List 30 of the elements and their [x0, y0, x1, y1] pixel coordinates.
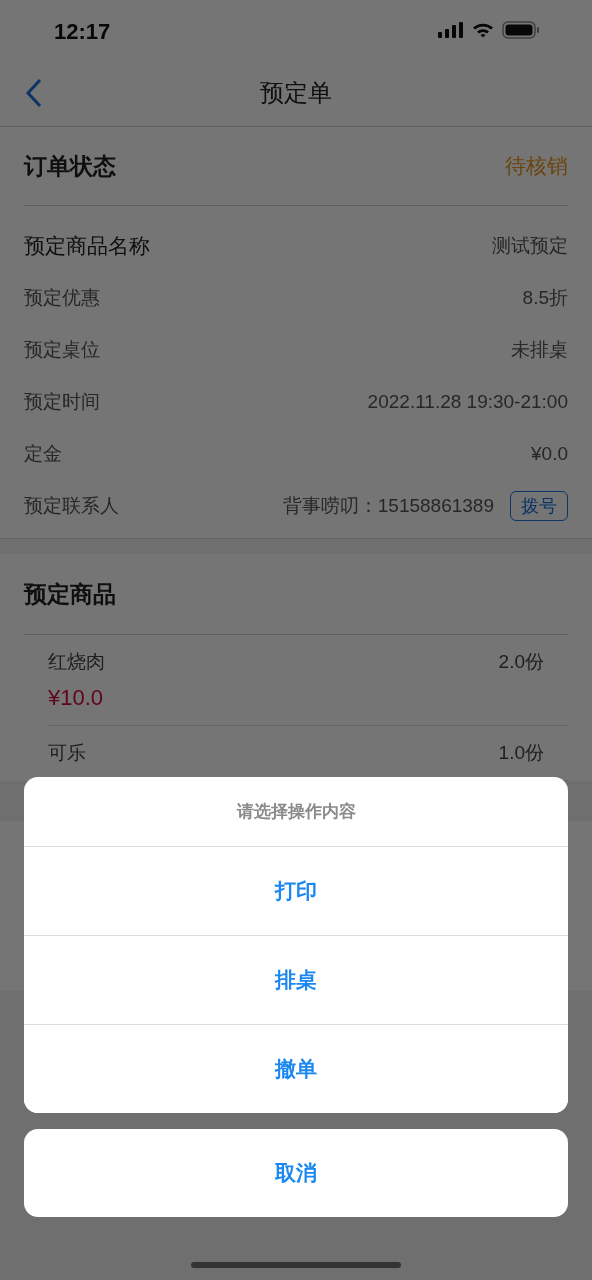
item-name: 可乐: [48, 741, 86, 765]
item-quantity: 2.0份: [498, 650, 544, 674]
item-price: ¥10.0: [48, 685, 105, 711]
field-label: 预定桌位: [24, 338, 100, 362]
field-value: 8.5折: [522, 286, 568, 310]
wifi-icon: [472, 22, 494, 38]
status-time: 12:17: [54, 19, 111, 45]
field-label: 预定商品名称: [24, 233, 150, 259]
field-value: ¥0.0: [531, 443, 568, 465]
order-status: 待核销: [505, 153, 568, 179]
section-title: 预定商品: [24, 579, 116, 609]
item-quantity: 1.0份: [498, 741, 544, 765]
sheet-title: 请选择操作内容: [235, 801, 357, 823]
field-value: 2022.11.28 19:30-21:00: [367, 391, 568, 413]
field-label: 预定联系人: [24, 494, 119, 518]
battery-icon: [502, 21, 540, 39]
field-value: 未排桌: [511, 338, 568, 362]
field-value: 测试预定: [492, 234, 568, 258]
contact-value: 背事唠叨：15158861389: [282, 494, 494, 518]
sheet-option[interactable]: 撤单: [24, 1024, 568, 1113]
field-label: 定金: [24, 442, 62, 466]
field-label: 预定优惠: [24, 286, 100, 310]
signal-icon: [438, 22, 464, 38]
dial-button[interactable]: 拨号: [510, 491, 568, 521]
back-icon[interactable]: [26, 78, 42, 108]
page-title: 预定单: [260, 78, 332, 108]
field-label: 预定时间: [24, 390, 100, 414]
cancel-button[interactable]: 取消: [24, 1129, 568, 1217]
section-title: 订单状态: [24, 151, 116, 181]
item-name: 红烧肉: [48, 650, 105, 674]
